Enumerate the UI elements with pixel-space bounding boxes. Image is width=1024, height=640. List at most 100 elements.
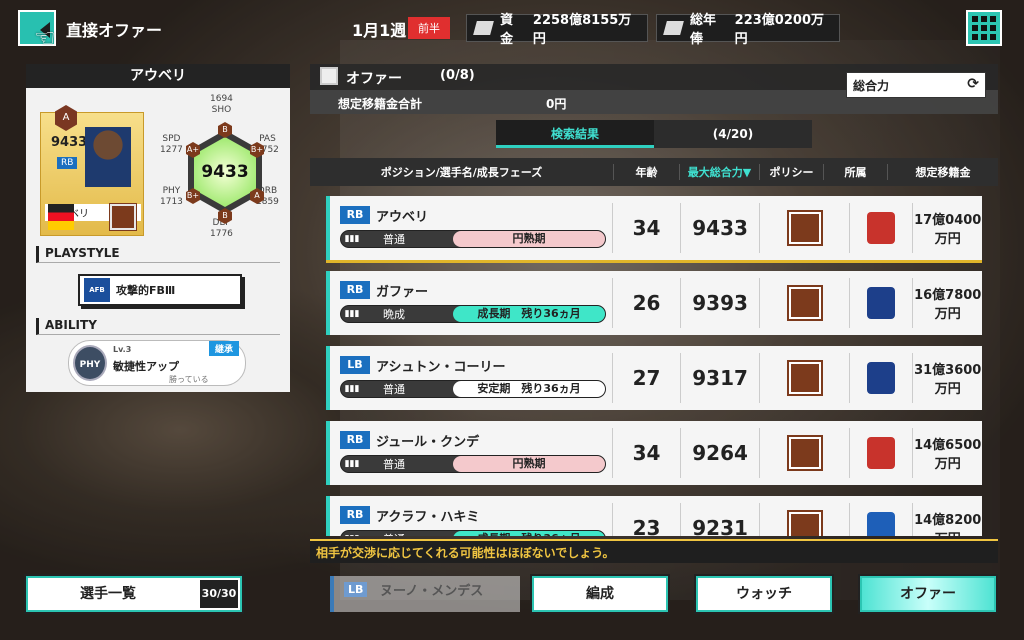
row-age: 34 — [612, 203, 680, 253]
col-power[interactable]: 最大総合力▼ — [680, 164, 760, 180]
row-age: 26 — [612, 278, 680, 328]
row-growth-type: 普通 — [383, 458, 405, 471]
player-list-button[interactable]: 選手一覧 30/30 — [24, 574, 244, 614]
row-fee: 31億3600万円 — [912, 353, 982, 403]
club-crest-icon — [867, 287, 896, 319]
row-info: LB アシュトン・コーリー ▮▮▮ 普通 安定期 残り36ヵ月 — [330, 346, 612, 410]
row-policy — [759, 428, 848, 478]
offer-header: オファー (0/8) 想定移籍金合計 0円 総合力 ⟳ — [310, 64, 998, 114]
page-title: 直接オファー — [66, 21, 163, 40]
tab-count[interactable]: (4/20) — [654, 120, 812, 148]
salary-box: 総年俸 223億0200万円 — [656, 13, 840, 47]
ability-tag: 継承 — [208, 341, 239, 356]
money-icon — [663, 21, 684, 35]
growth-bars-icon: ▮▮▮ — [344, 309, 360, 319]
growth-bars-icon: ▮▮▮ — [341, 534, 363, 536]
growth-bars-icon: ▮▮▮ — [344, 384, 360, 394]
col-name[interactable]: ポジション/選手名/成長フェーズ — [310, 164, 614, 180]
club-crest-icon — [867, 437, 896, 469]
policy-icon — [786, 435, 823, 471]
row-club — [848, 203, 913, 253]
row-power: 9393 — [679, 278, 760, 328]
club-crest-icon — [867, 362, 896, 394]
player-count: 30/30 — [200, 580, 238, 608]
row-growth-type: 普通 — [383, 383, 405, 396]
club-crest-icon — [867, 512, 896, 536]
row-growth: ▮▮▮ 普通 安定期 残り36ヵ月 — [340, 380, 606, 398]
row-policy — [759, 353, 848, 403]
sort-label: 総合力 — [853, 79, 890, 93]
card-overall: 9433 — [51, 135, 88, 150]
row-player-name: ガファー — [376, 285, 429, 300]
player-row[interactable]: LB アシュトン・コーリー ▮▮▮ 普通 安定期 残り36ヵ月 27 9317 … — [326, 346, 982, 410]
offer-button[interactable]: オファー — [858, 574, 998, 614]
policy-icon — [786, 510, 823, 536]
pointer-hand-icon: ☜ — [34, 24, 56, 52]
ability-box[interactable]: PHY Lv.3 敏捷性アップ 勝っている 継承 — [68, 340, 246, 386]
card-position: RB — [57, 157, 78, 169]
player-row[interactable]: RB ガファー ▮▮▮ 晩成 成長期 残り36ヵ月 26 9393 16億780… — [326, 271, 982, 335]
row-phase: 円熟期 — [453, 231, 605, 247]
sort-select[interactable]: 総合力 ⟳ — [846, 72, 986, 98]
watch-button[interactable]: ウォッチ — [694, 574, 834, 614]
player-avatar — [85, 127, 131, 187]
transfer-total: 0円 — [546, 97, 567, 111]
row-player-name: アウベリ — [376, 210, 429, 225]
row-club — [848, 353, 913, 403]
row-player-name: アクラフ・ハキミ — [376, 510, 480, 525]
row-club — [848, 278, 913, 328]
funds-value: 2258億8155万円 — [532, 13, 632, 47]
ability-sub: 勝っている — [169, 375, 209, 384]
menu-grid-button[interactable] — [966, 10, 1002, 46]
player-detail-panel: アウベリ A 9433 RB アウベリ 1694SHO PAS1752 DRB1… — [26, 64, 290, 392]
row-age: 27 — [612, 353, 680, 403]
player-row[interactable]: RB ジュール・クンデ ▮▮▮ 普通 円熟期 34 9264 14億6500万円 — [326, 421, 982, 485]
salary-value: 223億0200万円 — [734, 13, 824, 47]
row-power: 9433 — [679, 203, 760, 253]
row-club — [848, 503, 913, 536]
growth-bars-icon: ▮▮▮ — [344, 459, 360, 469]
money-icon — [473, 21, 495, 35]
row-player-name: アシュトン・コーリー — [376, 360, 506, 375]
row-info: RB ガファー ▮▮▮ 晩成 成長期 残り36ヵ月 — [330, 271, 612, 335]
column-headers: ポジション/選手名/成長フェーズ 年齢 最大総合力▼ ポリシー 所属 想定移籍金 — [310, 158, 998, 186]
row-growth: ▮▮▮ 普通 円熟期 — [340, 455, 606, 473]
peek-pos: LB — [344, 582, 368, 597]
row-policy — [759, 503, 848, 536]
peek-row: LB ヌーノ・メンデス — [330, 576, 520, 612]
row-policy — [759, 203, 848, 253]
offer-checkbox[interactable] — [320, 67, 338, 85]
col-policy[interactable]: ポリシー — [760, 164, 824, 180]
top-bar: ☜ 直接オファー 1月1週 前半 資金 2258億8155万円 総年俸 223億… — [0, 0, 1024, 56]
stats-hexagon: 1694 SHO PAS 1752 DRB 1859 DEF 1776 PHY 1713 … — [160, 94, 290, 244]
row-player-name: ジュール・クンデ — [376, 435, 480, 450]
row-phase: 成長期 残り36ヵ月 — [453, 306, 605, 322]
row-club — [848, 428, 913, 478]
club-crest-icon — [867, 212, 896, 244]
row-fee: 17億0400万円 — [912, 203, 982, 253]
row-position: RB — [340, 431, 370, 449]
row-power: 9231 — [679, 503, 760, 536]
tab-search-results[interactable]: 検索結果 — [496, 120, 654, 148]
player-row[interactable]: RB アウベリ ▮▮▮ 普通 円熟期 34 9433 17億0400万円 — [326, 196, 982, 263]
playstyle-badge-icon: AFB — [84, 278, 110, 302]
col-age[interactable]: 年齢 — [614, 164, 680, 180]
stat-spd: SPD 1277 — [160, 134, 183, 155]
row-power: 9264 — [679, 428, 760, 478]
policy-icon — [786, 210, 823, 246]
row-fee: 16億7800万円 — [912, 278, 982, 328]
row-phase: 成長期 残り36ヵ月 — [453, 531, 605, 536]
playstyle-box[interactable]: AFB 攻撃的FBⅢ — [78, 274, 242, 306]
warning-message: 相手が交渉に応じてくれる可能性はほぼないでしょう。 — [310, 539, 998, 563]
row-info: RB ジュール・クンデ ▮▮▮ 普通 円熟期 — [330, 421, 612, 485]
row-age: 34 — [612, 428, 680, 478]
col-club[interactable]: 所属 — [824, 164, 888, 180]
formation-button[interactable]: 編成 — [530, 574, 670, 614]
row-growth-type: 晩成 — [383, 308, 405, 321]
row-policy — [759, 278, 848, 328]
week-label: 1月1週 — [352, 21, 407, 40]
row-growth: ▮▮▮ 晩成 成長期 残り36ヵ月 — [340, 305, 606, 323]
player-row[interactable]: RB アクラフ・ハキミ ▮▮▮ 普通 成長期 残り36ヵ月 23 9231 14… — [326, 496, 982, 536]
col-fee[interactable]: 想定移籍金 — [888, 164, 998, 180]
row-phase: 円熟期 — [453, 456, 605, 472]
